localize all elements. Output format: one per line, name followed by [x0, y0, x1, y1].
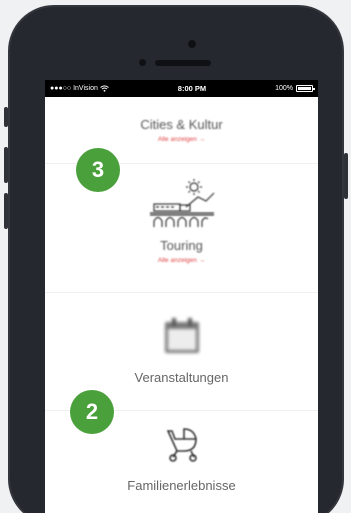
- battery-percent: 100%: [275, 85, 293, 92]
- calendar-icon: [164, 318, 199, 353]
- volume-down-button: [4, 193, 8, 229]
- app-screen: ●●●○○ InVision 8:00 PM 100% Cities & Kul…: [45, 80, 318, 513]
- stroller-icon: [166, 428, 197, 462]
- category-veranstaltungen[interactable]: Veranstaltungen: [45, 316, 318, 385]
- category-familienerlebnisse[interactable]: Familienerlebnisse: [45, 425, 318, 493]
- clock: 8:00 PM: [177, 84, 207, 93]
- category-title: Touring: [160, 238, 203, 253]
- step-badge-3: 3: [76, 148, 120, 192]
- mute-switch: [4, 107, 8, 127]
- category-title: Veranstaltungen: [134, 370, 229, 385]
- front-camera: [139, 59, 146, 66]
- show-all-link[interactable]: Alle anzeigen →: [45, 257, 318, 264]
- train-bridge-icon: [149, 179, 214, 227]
- power-button: [344, 153, 348, 199]
- volume-up-button: [4, 147, 8, 183]
- carrier-group: ●●●○○ InVision: [50, 85, 109, 92]
- front-sensor: [188, 40, 196, 48]
- battery-group: 100%: [275, 85, 315, 92]
- category-cities-kultur[interactable]: Cities & Kultur Alle anzeigen →: [45, 117, 318, 143]
- show-all-link[interactable]: Alle anzeigen →: [45, 136, 318, 143]
- earpiece: [155, 60, 211, 66]
- category-title: Familienerlebnisse: [127, 478, 236, 493]
- carrier-label: ●●●○○ InVision: [50, 85, 98, 92]
- step-badge-2: 2: [70, 390, 114, 434]
- status-bar: ●●●○○ InVision 8:00 PM 100%: [45, 80, 318, 97]
- wifi-icon: [100, 85, 109, 92]
- battery-icon: [295, 85, 315, 92]
- category-title: Cities & Kultur: [140, 117, 223, 132]
- divider: [45, 292, 318, 293]
